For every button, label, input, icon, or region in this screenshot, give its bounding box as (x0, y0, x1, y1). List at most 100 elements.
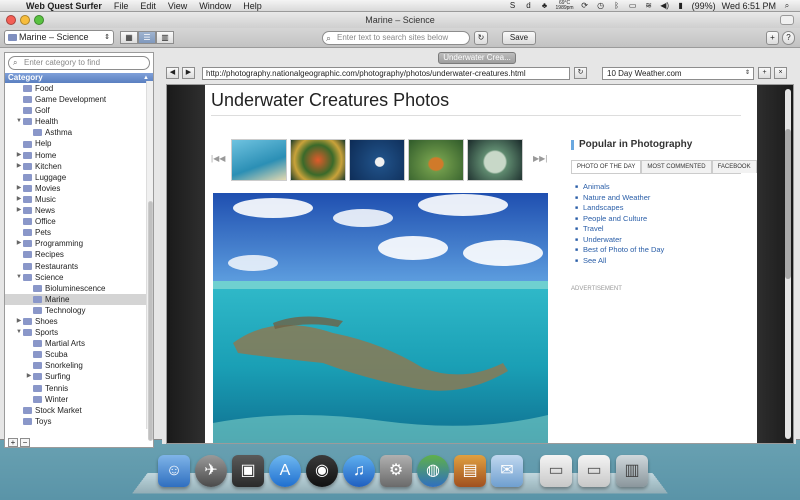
close-window-button[interactable] (6, 15, 16, 25)
remove-bookmark-button[interactable]: × (774, 67, 787, 79)
category-item[interactable]: Stock Market (5, 405, 153, 416)
thumbnail-penguin[interactable] (349, 139, 405, 181)
tab-most-commented[interactable]: MOST COMMENTED (641, 160, 712, 173)
finder-icon[interactable]: ☺ (158, 455, 190, 487)
category-item[interactable]: Scuba (5, 349, 153, 360)
link-underwater[interactable]: Underwater (575, 235, 741, 246)
disclosure-closed-icon[interactable]: ▶ (15, 194, 23, 205)
category-item[interactable]: ▼ Science (5, 272, 153, 283)
disclosure-open-icon[interactable]: ▼ (15, 116, 23, 127)
dashboard-icon[interactable]: ◉ (306, 455, 338, 487)
category-item[interactable]: ▶ News (5, 205, 153, 216)
category-item[interactable]: ▶ Programming (5, 238, 153, 249)
web-scrollbar-thumb[interactable] (785, 129, 791, 279)
category-item[interactable]: ▼ Sports (5, 327, 153, 338)
web-quest-globe-icon[interactable]: ◍ (417, 455, 449, 487)
category-item[interactable]: Food (5, 83, 153, 94)
link-best-photo-of-day[interactable]: Best of Photo of the Day (575, 245, 741, 256)
disclosure-closed-icon[interactable]: ▶ (15, 150, 23, 161)
volume-icon[interactable]: ◀) (660, 1, 670, 10)
column-view-icon[interactable]: ▥ (156, 31, 174, 44)
bluetooth-icon[interactable]: ᛒ (612, 1, 622, 10)
mail-icon[interactable]: ✉ (491, 455, 523, 487)
itunes-icon[interactable]: ♫ (343, 455, 375, 487)
thumbnail-snail[interactable] (408, 139, 464, 181)
reload-icon[interactable]: ↻ (574, 67, 587, 79)
bookmark-select[interactable]: 10 Day Weather.com ⇕ (602, 67, 754, 80)
category-item[interactable]: Marine (5, 293, 153, 305)
disclosure-open-icon[interactable]: ▼ (15, 272, 23, 283)
trash-icon[interactable]: ▥ (616, 455, 648, 487)
category-item[interactable]: Martial Arts (5, 338, 153, 349)
document-stack-icon[interactable]: ▭ (540, 455, 572, 487)
url-field[interactable]: http://photography.nationalgeographic.co… (202, 67, 570, 80)
sidebar-scrollbar[interactable] (146, 81, 153, 441)
category-item[interactable]: Help (5, 138, 153, 149)
link-people-culture[interactable]: People and Culture (575, 214, 741, 225)
time-machine-icon[interactable]: ◷ (596, 1, 606, 10)
category-item[interactable]: Winter (5, 394, 153, 405)
category-item[interactable]: Luggage (5, 172, 153, 183)
grid-view-icon[interactable]: ▦ (120, 31, 138, 44)
link-animals[interactable]: Animals (575, 182, 741, 193)
thumb-next-icon[interactable]: ▶▶| (533, 154, 547, 163)
sync-icon[interactable]: ⟳ (580, 1, 590, 10)
save-button[interactable]: Save (502, 31, 536, 45)
disclosure-closed-icon[interactable]: ▶ (15, 316, 23, 327)
category-item[interactable]: ▶ Music (5, 194, 153, 205)
category-item[interactable]: Golf (5, 105, 153, 116)
category-item[interactable]: Recipes (5, 249, 153, 260)
category-item[interactable]: ▶ Movies (5, 183, 153, 194)
category-item[interactable]: Restaurants (5, 261, 153, 272)
category-item[interactable]: ▶ Kitchen (5, 161, 153, 172)
menu-window[interactable]: Window (193, 1, 237, 11)
page-tab[interactable]: Underwater Crea... (438, 52, 516, 64)
refresh-search-button[interactable]: ↻ (474, 31, 488, 45)
toolbar-toggle-button[interactable] (780, 15, 794, 25)
disclosure-closed-icon[interactable]: ▶ (25, 371, 33, 382)
category-item[interactable]: Snorkeling (5, 360, 153, 371)
scrollbar-thumb[interactable] (148, 201, 153, 441)
menu-edit[interactable]: Edit (134, 1, 162, 11)
menu-help[interactable]: Help (237, 1, 268, 11)
category-item[interactable]: Technology (5, 305, 153, 316)
link-landscapes[interactable]: Landscapes (575, 203, 741, 214)
weather-widget[interactable]: 69°C 1989pm (556, 0, 574, 11)
forward-icon[interactable]: ▶ (182, 67, 195, 79)
add-button[interactable]: + (766, 31, 779, 45)
web-scrollbar[interactable] (785, 89, 791, 439)
display-icon[interactable]: ▭ (628, 1, 638, 10)
minimize-window-button[interactable] (20, 15, 30, 25)
leaf-icon[interactable]: ♣ (540, 1, 550, 10)
spotlight-icon[interactable]: ⌕ (782, 1, 792, 10)
menu-view[interactable]: View (162, 1, 193, 11)
disclosure-open-icon[interactable]: ▼ (15, 327, 23, 338)
thumb-prev-icon[interactable]: |◀◀ (211, 154, 225, 163)
wifi-icon[interactable]: ≋ (644, 1, 654, 10)
app-store-icon[interactable]: A (269, 455, 301, 487)
category-item[interactable]: Tennis (5, 383, 153, 394)
back-icon[interactable]: ◀ (166, 67, 179, 79)
disclosure-closed-icon[interactable]: ▶ (15, 183, 23, 194)
category-item[interactable]: ▶ Home (5, 150, 153, 161)
link-nature-weather[interactable]: Nature and Weather (575, 193, 741, 204)
featured-photo-stingrays[interactable] (213, 193, 548, 443)
category-item[interactable]: Asthma (5, 127, 153, 138)
category-item[interactable]: ▶ Surfing (5, 371, 153, 382)
disclosure-closed-icon[interactable]: ▶ (15, 238, 23, 249)
list-view-icon[interactable]: ☰ (138, 31, 156, 44)
category-item[interactable]: Bioluminescence (5, 283, 153, 294)
add-bookmark-button[interactable]: + (758, 67, 771, 79)
category-item[interactable]: ▼ Health (5, 116, 153, 127)
clock[interactable]: Wed 6:51 PM (722, 1, 776, 11)
link-see-all[interactable]: See All (575, 256, 741, 267)
battery-icon[interactable]: ▮ (676, 1, 686, 10)
thumbnail-reef[interactable] (231, 139, 287, 181)
system-preferences-icon[interactable]: ⚙ (380, 455, 412, 487)
category-item[interactable]: Pets (5, 227, 153, 238)
window-stack-icon[interactable]: ▭ (578, 455, 610, 487)
skype-icon[interactable]: S (508, 1, 518, 10)
dashboard-d-icon[interactable]: d (524, 1, 534, 10)
category-select[interactable]: Marine – Science ⇕ (4, 30, 114, 45)
launchpad-icon[interactable]: ✈ (195, 455, 227, 487)
